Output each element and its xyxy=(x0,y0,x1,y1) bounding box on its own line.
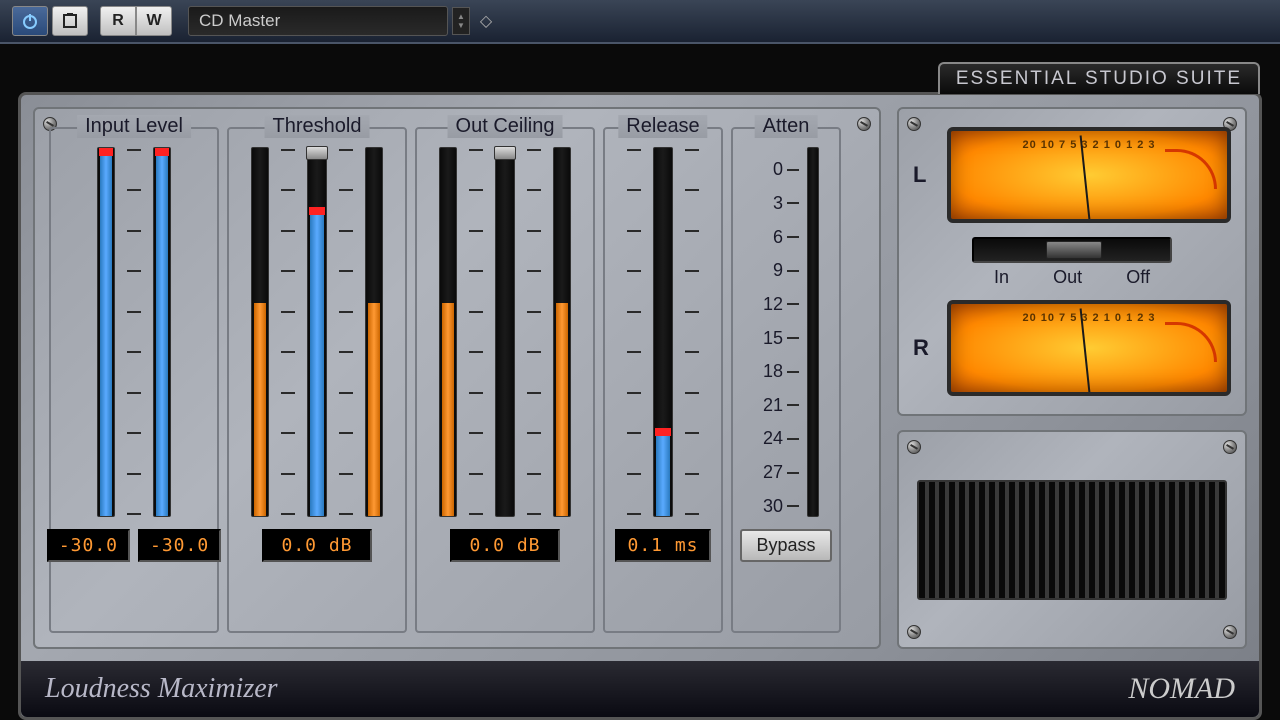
meter-ticks xyxy=(123,147,145,517)
threshold-slider[interactable] xyxy=(307,147,327,517)
release-value[interactable]: 0.1 ms xyxy=(615,529,710,562)
meter-ticks xyxy=(523,147,545,517)
outceil-slider[interactable] xyxy=(495,147,515,517)
screw-icon xyxy=(907,117,921,131)
preset-dirty-icon: ◇ xyxy=(474,7,498,35)
section-title: Input Level xyxy=(77,115,191,138)
section-title: Release xyxy=(618,115,707,138)
release-section: Release 0.1 ms xyxy=(603,127,723,633)
vu-red-zone-icon xyxy=(1165,322,1217,362)
out-ceiling-section: Out Ceiling xyxy=(415,127,595,633)
meter-ticks xyxy=(681,147,703,517)
atten-tick: 30 xyxy=(753,489,799,523)
outceil-value[interactable]: 0.0 dB xyxy=(450,529,560,562)
plugin-body: Input Level xyxy=(18,92,1262,720)
atten-tick: 6 xyxy=(753,220,799,254)
vu-panel: L 20 10 7 5 3 2 1 0 1 2 3 In Out Off xyxy=(897,107,1247,416)
write-automation-button[interactable]: W xyxy=(136,6,172,36)
section-title: Atten xyxy=(755,115,818,138)
screw-icon xyxy=(1223,625,1237,639)
power-button[interactable] xyxy=(12,6,48,36)
outceil-meter-r xyxy=(553,147,571,517)
grille-panel xyxy=(897,430,1247,649)
meter-ticks xyxy=(335,147,357,517)
bypass-button[interactable]: Bypass xyxy=(740,529,831,562)
vu-switch-label: In xyxy=(994,267,1009,288)
preset-spinner[interactable]: ▲▼ xyxy=(452,7,470,35)
atten-tick: 0 xyxy=(753,153,799,187)
input-value-r[interactable]: -30.0 xyxy=(138,529,221,562)
section-title: Threshold xyxy=(265,115,370,138)
atten-tick: 15 xyxy=(753,321,799,355)
preset-name-field[interactable]: CD Master xyxy=(188,6,448,36)
threshold-meter-r xyxy=(365,147,383,517)
vu-red-zone-icon xyxy=(1165,149,1217,189)
atten-tick: 24 xyxy=(753,422,799,456)
plugin-title: Loudness Maximizer xyxy=(45,673,278,705)
vu-r-label: R xyxy=(913,335,933,361)
footer-bar: Loudness Maximizer NOMAD xyxy=(21,661,1259,717)
read-automation-button[interactable]: R xyxy=(100,6,136,36)
atten-meter xyxy=(807,147,819,517)
plugin-chrome: ESSENTIAL STUDIO SUITE Input Level xyxy=(0,44,1280,720)
meter-ticks xyxy=(465,147,487,517)
screw-icon xyxy=(1223,440,1237,454)
atten-section: Atten 036912151821242730 Bypass xyxy=(731,127,841,633)
vu-switch-label: Off xyxy=(1126,267,1150,288)
vu-meter-l: 20 10 7 5 3 2 1 0 1 2 3 xyxy=(947,127,1231,223)
speaker-grille-icon xyxy=(917,480,1227,600)
screw-icon xyxy=(907,440,921,454)
section-title: Out Ceiling xyxy=(448,115,563,138)
atten-tick: 12 xyxy=(753,288,799,322)
suite-label: ESSENTIAL STUDIO SUITE xyxy=(938,62,1260,94)
vu-source-switch[interactable] xyxy=(972,237,1172,263)
atten-tick: 3 xyxy=(753,187,799,221)
threshold-section: Threshold xyxy=(227,127,407,633)
input-meter-l xyxy=(97,147,115,517)
input-value-l[interactable]: -30.0 xyxy=(47,529,130,562)
outceil-meter-l xyxy=(439,147,457,517)
vu-switch-label: Out xyxy=(1053,267,1082,288)
input-level-section: Input Level xyxy=(49,127,219,633)
screw-icon xyxy=(907,625,921,639)
meter-ticks xyxy=(623,147,645,517)
atten-tick: 21 xyxy=(753,388,799,422)
vu-meter-r: 20 10 7 5 3 2 1 0 1 2 3 xyxy=(947,300,1231,396)
brand-logo: NOMAD xyxy=(1128,672,1235,706)
controls-panel: Input Level xyxy=(33,107,881,649)
threshold-value[interactable]: 0.0 dB xyxy=(262,529,372,562)
threshold-meter-l xyxy=(251,147,269,517)
atten-tick: 9 xyxy=(753,254,799,288)
meter-ticks xyxy=(277,147,299,517)
input-meter-r xyxy=(153,147,171,517)
host-toolbar: R W CD Master ▲▼ ◇ xyxy=(0,0,1280,44)
screw-icon xyxy=(857,117,871,131)
atten-scale: 036912151821242730 xyxy=(753,153,799,523)
release-slider[interactable] xyxy=(653,147,673,517)
vu-l-label: L xyxy=(913,162,933,188)
atten-tick: 18 xyxy=(753,355,799,389)
preset-menu-button[interactable] xyxy=(52,6,88,36)
atten-tick: 27 xyxy=(753,456,799,490)
